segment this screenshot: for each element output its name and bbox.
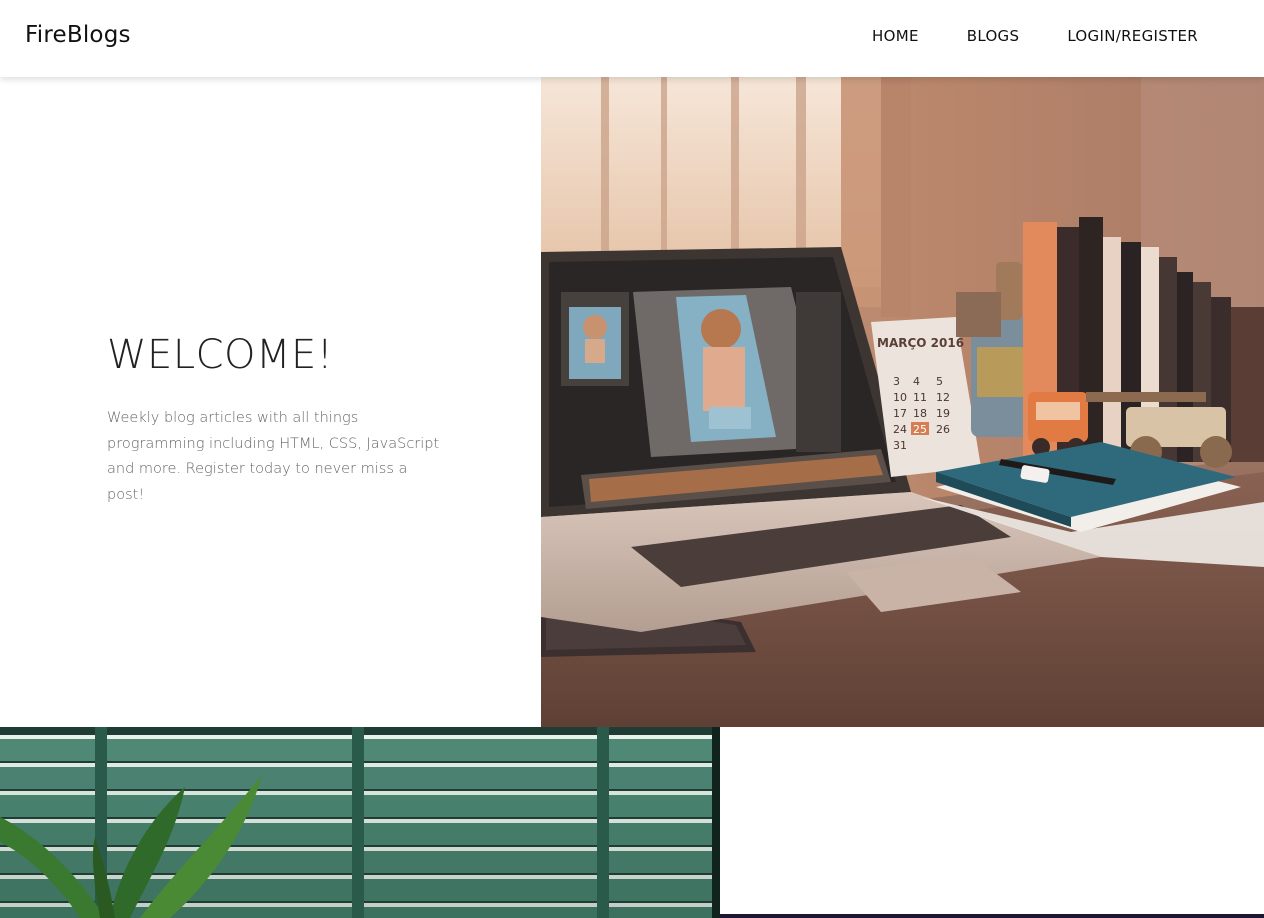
- hero-title: WELCOME!: [107, 332, 334, 378]
- svg-text:24: 24: [893, 423, 907, 436]
- footer-edge-line: [720, 914, 1264, 918]
- hero-text: WELCOME! Weekly blog articles with all t…: [107, 332, 447, 508]
- svg-text:25: 25: [913, 423, 927, 436]
- svg-text:5: 5: [936, 375, 943, 388]
- site-header: FireBlogs HOME BLOGS LOGIN/REGISTER: [0, 0, 1264, 77]
- nav-blogs-link[interactable]: BLOGS: [967, 27, 1020, 45]
- main-nav: HOME BLOGS LOGIN/REGISTER: [872, 27, 1198, 45]
- svg-text:18: 18: [913, 407, 927, 420]
- svg-text:12: 12: [936, 391, 950, 404]
- svg-text:26: 26: [936, 423, 950, 436]
- nav-home-link[interactable]: HOME: [872, 27, 919, 45]
- nav-login-register-link[interactable]: LOGIN/REGISTER: [1067, 27, 1198, 45]
- svg-text:10: 10: [893, 391, 907, 404]
- blinds-plant-photo: [0, 727, 720, 918]
- brand-logo[interactable]: FireBlogs: [25, 22, 131, 48]
- svg-text:MARÇO 2016: MARÇO 2016: [877, 336, 964, 350]
- hero-desk-photo: MARÇO 2016 3 4 5 10 11 12 17 18 19 24 25…: [541, 77, 1264, 727]
- svg-text:17: 17: [893, 407, 907, 420]
- svg-text:31: 31: [893, 439, 907, 452]
- svg-text:3: 3: [893, 375, 900, 388]
- hero-section: WELCOME! Weekly blog articles with all t…: [0, 77, 1264, 727]
- svg-text:11: 11: [913, 391, 927, 404]
- hero-description: Weekly blog articles with all things pro…: [107, 410, 440, 503]
- svg-text:19: 19: [936, 407, 950, 420]
- svg-text:4: 4: [913, 375, 920, 388]
